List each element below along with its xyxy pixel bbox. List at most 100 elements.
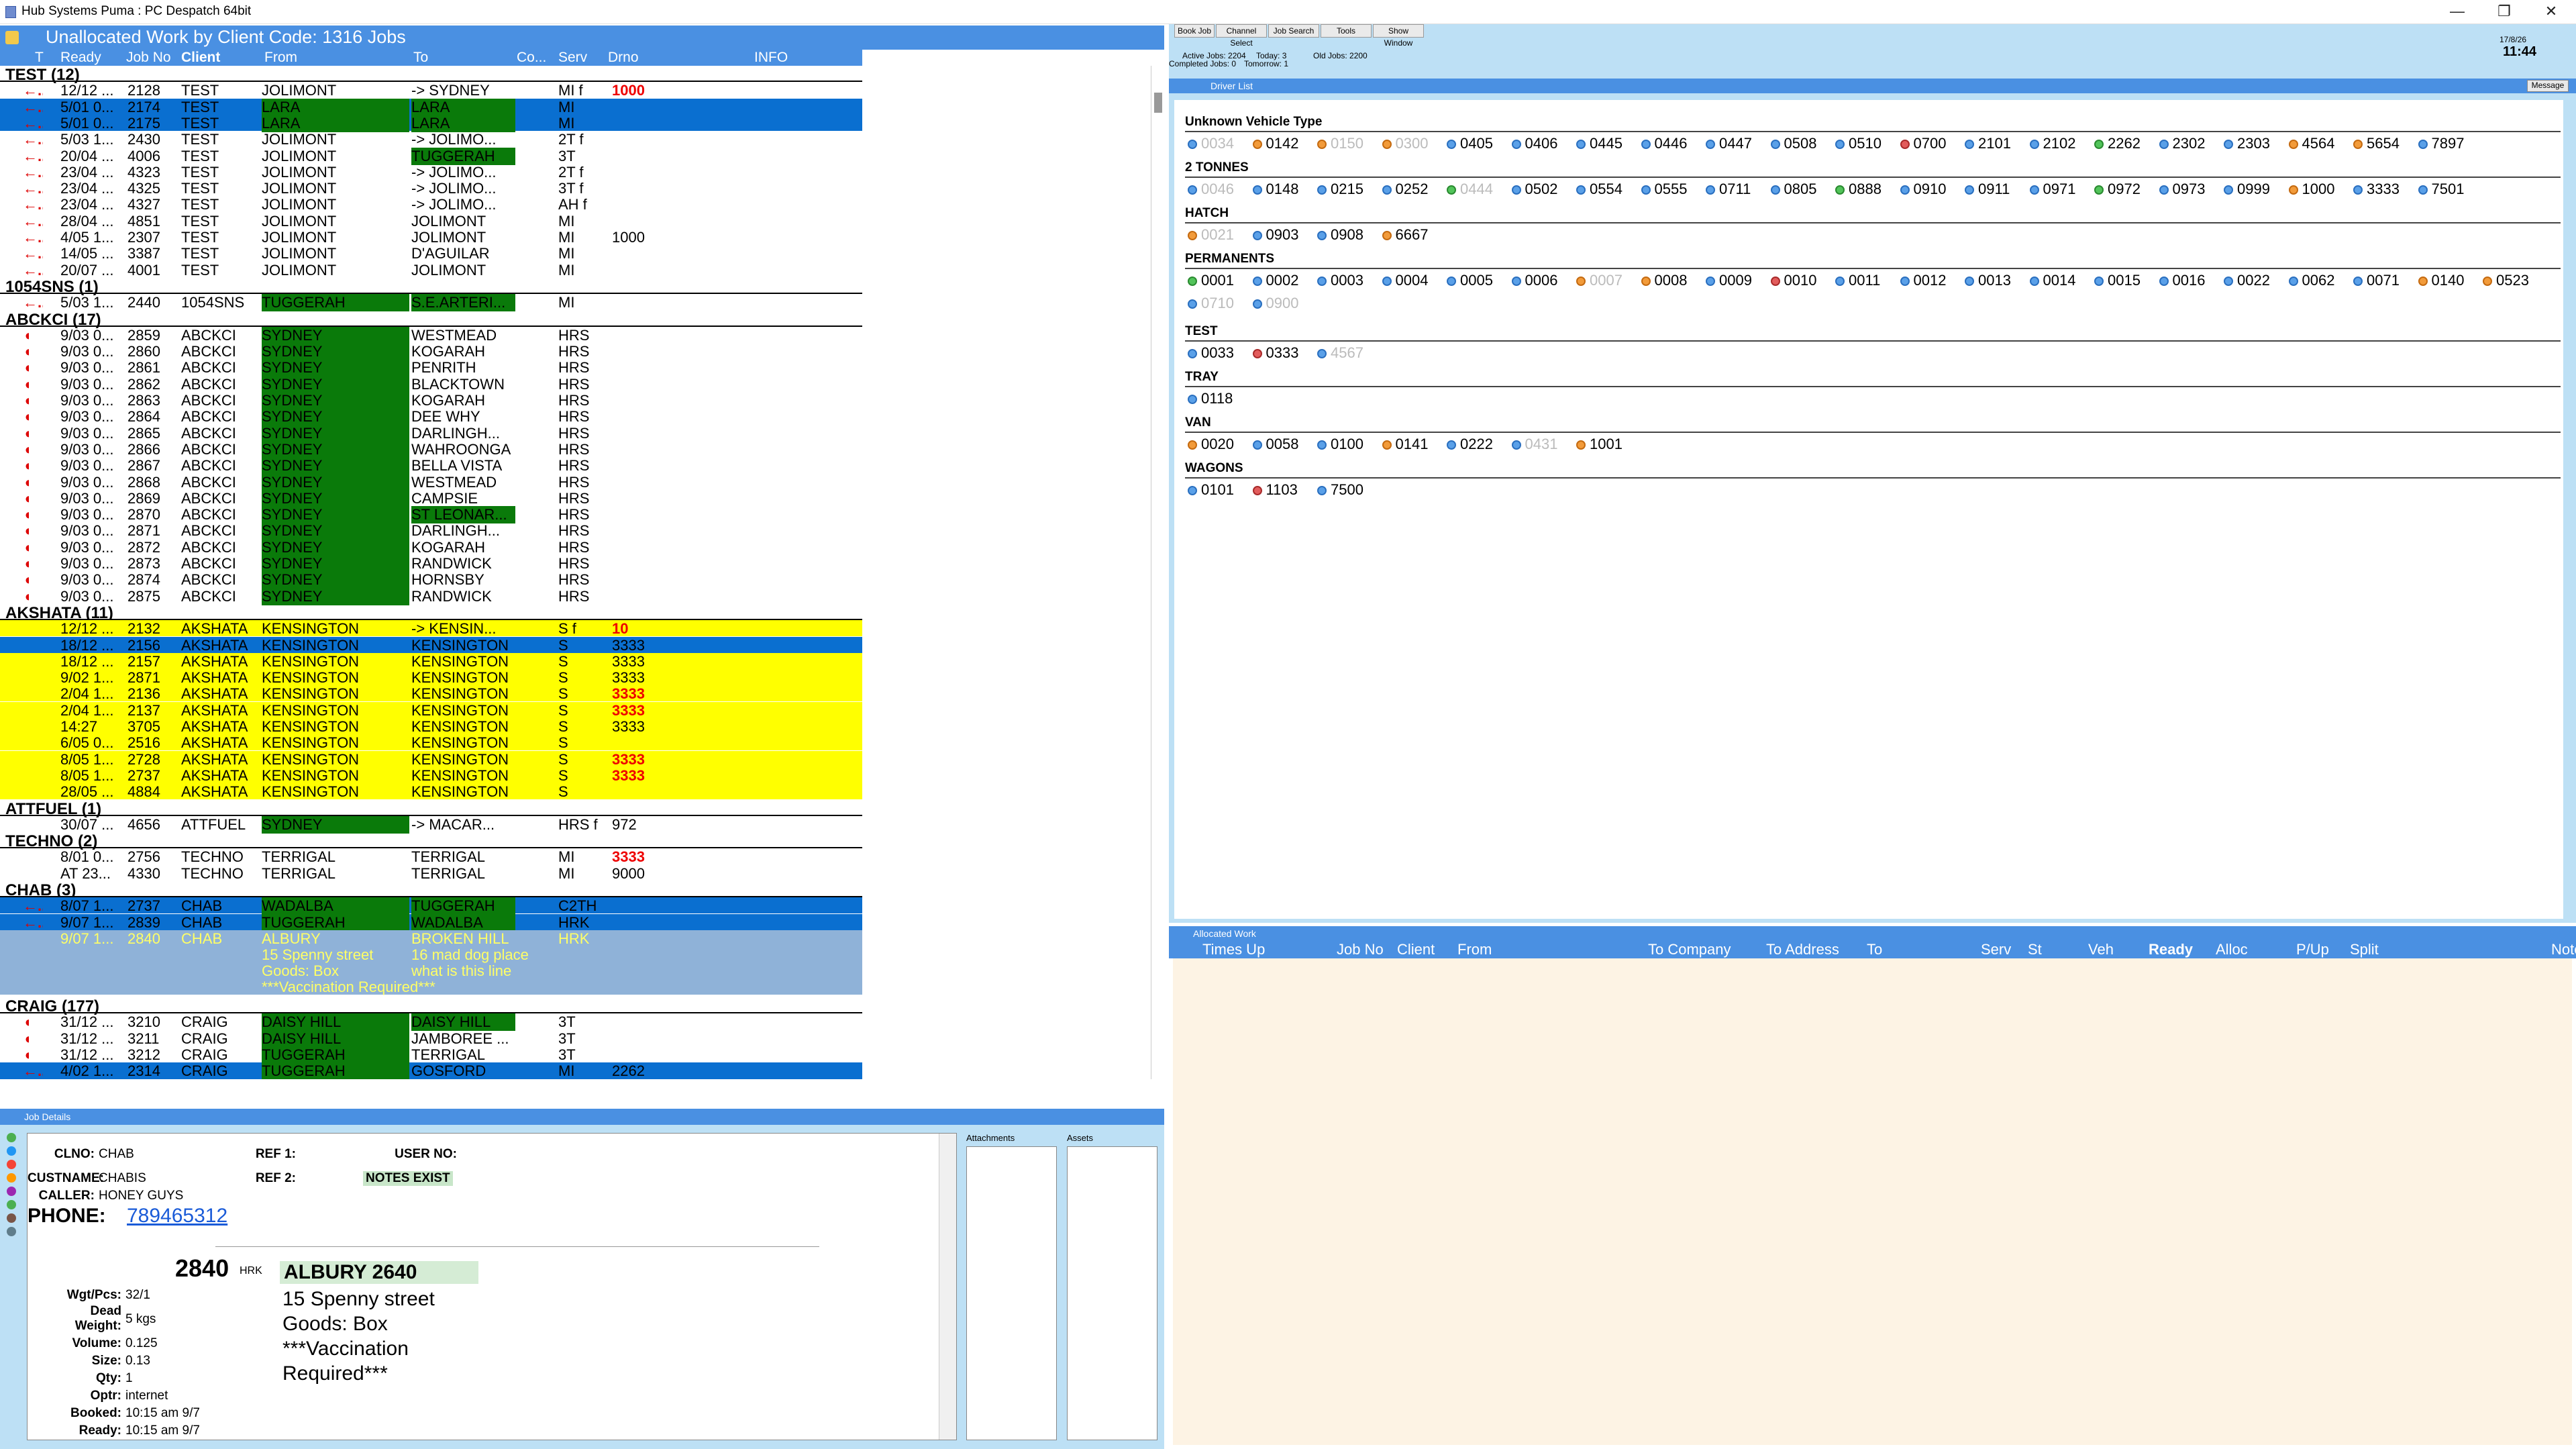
driver-item[interactable]: 0006 — [1511, 272, 1557, 289]
table-row[interactable]: 8/05 1... 2728 AKSHATA KENSINGTON KENSINGTON… — [0, 750, 862, 768]
driver-item[interactable]: 1000 — [2288, 181, 2334, 198]
table-row[interactable]: ◖ 9/03 0... 2874 ABCKCI SYDNEY HORNSBY HRS — [0, 571, 862, 589]
driver-item[interactable]: 0014 — [2029, 272, 2075, 289]
driver-item[interactable]: 3333 — [2353, 181, 2400, 198]
driver-item[interactable]: 0523 — [2483, 272, 2529, 289]
driver-item[interactable]: 6667 — [1382, 226, 1428, 244]
table-row[interactable]: ←... 8/07 1... 2737 CHAB WADALBATUGGERAH C2TH — [0, 897, 862, 915]
driver-item[interactable]: 0007 — [1576, 272, 1622, 289]
driver-item[interactable]: 0015 — [2094, 272, 2141, 289]
driver-item[interactable]: 0444 — [1447, 181, 1493, 198]
table-row[interactable]: ◖ 9/03 0... 2872 ABCKCI SYDNEY KOGARAH HRS — [0, 538, 862, 556]
driver-item[interactable]: 0222 — [1447, 436, 1493, 453]
driver-item[interactable]: 0508 — [1770, 135, 1816, 152]
allocated-col-to-address[interactable]: To Address — [1766, 941, 1839, 958]
driver-item[interactable]: 0999 — [2224, 181, 2270, 198]
table-row[interactable]: ←... 20/07 ... 4001 TEST JOLIMONT JOLIMONT MI — [0, 262, 862, 279]
driver-item[interactable]: 0071 — [2353, 272, 2400, 289]
col-serv[interactable]: Serv — [558, 50, 587, 66]
table-row[interactable]: ◖ 9/03 0... 2862 ABCKCI SYDNEY BLACKTOWN HRS — [0, 375, 862, 393]
col-to[interactable]: To — [413, 50, 428, 66]
table-row[interactable]: ←... 4/05 1... 2307 TEST JOLIMONT JOLIMONT MI 1… — [0, 229, 862, 246]
tool-icon-8[interactable] — [7, 1227, 16, 1236]
driver-item[interactable]: 0502 — [1511, 181, 1557, 198]
driver-item[interactable]: 0431 — [1511, 436, 1557, 453]
table-row[interactable]: ←... 20/04 ... 4006 TEST JOLIMONT TUGGERAH 3T — [0, 147, 862, 165]
driver-item[interactable]: 0140 — [2418, 272, 2464, 289]
allocated-col-p-up[interactable]: P/Up — [2296, 941, 2329, 958]
driver-item[interactable]: 0020 — [1188, 436, 1234, 453]
table-row[interactable]: AT 23... 4330 TECHNO TERRIGAL TERRIGAL MI 9000 — [0, 865, 862, 882]
driver-item[interactable]: 0058 — [1252, 436, 1298, 453]
table-row[interactable]: 2/04 1... 2137 AKSHATA KENSINGTON KENSINGTON… — [0, 701, 862, 719]
driver-item[interactable]: 0001 — [1188, 272, 1234, 289]
driver-item[interactable]: 0971 — [2029, 181, 2075, 198]
allocated-col-to-company[interactable]: To Company — [1648, 941, 1731, 958]
col-t[interactable]: T — [35, 50, 44, 66]
allocated-col-serv[interactable]: Serv — [1981, 941, 2011, 958]
tool-icon-5[interactable] — [7, 1187, 16, 1196]
table-row[interactable]: ←... 5/03 1... 2440 1054SNS TUGGERAHS.E.ARTE… — [0, 294, 862, 312]
tool-icon-4[interactable] — [7, 1173, 16, 1183]
table-row[interactable]: 18/12 ... 2156 AKSHATA KENSINGTON KENSINGTON… — [0, 636, 862, 654]
driver-item[interactable]: 0446 — [1641, 135, 1687, 152]
driver-item[interactable]: 0447 — [1706, 135, 1752, 152]
driver-item[interactable]: 0405 — [1447, 135, 1493, 152]
table-row[interactable]: ←... 14/05 ... 3387 TEST JOLIMONT D'AGUILAR MI — [0, 245, 862, 262]
table-row[interactable]: ◖ 9/03 0... 2869 ABCKCI SYDNEY CAMPSIE HRS — [0, 489, 862, 507]
driver-item[interactable]: 0554 — [1576, 181, 1622, 198]
driver-item[interactable]: 0101 — [1188, 481, 1234, 499]
table-row[interactable]: ←... 5/01 0... 2175 TEST LARALARA MI — [0, 114, 862, 132]
driver-item[interactable]: 0445 — [1576, 135, 1622, 152]
allocated-work-list[interactable] — [1173, 958, 2572, 1445]
table-row[interactable]: 8/01 0... 2756 TECHNO TERRIGAL TERRIGAL MI 333… — [0, 848, 862, 865]
table-row[interactable]: ←... 5/01 0... 2174 TEST LARALARA MI — [0, 98, 862, 116]
driver-item[interactable]: 0034 — [1188, 135, 1234, 152]
table-row[interactable]: ←... 23/04 ... 4327 TEST JOLIMONT -> JOLIMO..… — [0, 196, 862, 213]
table-row[interactable]: ←... 28/04 ... 4851 TEST JOLIMONT JOLIMONT MI — [0, 213, 862, 230]
table-row[interactable]: ◖ 9/03 0... 2859 ABCKCI SYDNEY WESTMEAD HRS — [0, 326, 862, 344]
driver-item[interactable]: 0300 — [1382, 135, 1428, 152]
tool-icon-2[interactable] — [7, 1146, 16, 1156]
table-row[interactable]: 30/07 ... 4656 ATTFUEL SYDNEY -> MACAR... HRS… — [0, 815, 862, 834]
driver-item[interactable]: 0911 — [1965, 181, 2010, 198]
col-from[interactable]: From — [264, 50, 297, 66]
table-row[interactable]: ◖ 9/03 0... 2875 ABCKCI SYDNEY RANDWICK HRS — [0, 587, 862, 605]
driver-item[interactable]: 2101 — [1965, 135, 2011, 152]
table-row[interactable]: ←... 4/02 1... 2314 CRAIG TUGGERAHGOSFORD MI 2… — [0, 1062, 862, 1079]
table-row[interactable]: ◖ 9/03 0... 2860 ABCKCI SYDNEY KOGARAH HRS — [0, 343, 862, 361]
driver-item[interactable]: 0888 — [1835, 181, 1882, 198]
driver-item[interactable]: 0555 — [1641, 181, 1687, 198]
allocated-col-st[interactable]: St — [2028, 941, 2042, 958]
driver-item[interactable]: 0148 — [1252, 181, 1298, 198]
book-job-button[interactable]: Book Job — [1174, 24, 1215, 38]
driver-item[interactable]: 0005 — [1447, 272, 1493, 289]
driver-item[interactable]: 0908 — [1317, 226, 1363, 244]
minimize-button[interactable]: — — [2437, 1, 2477, 21]
table-row[interactable]: ◖ 9/03 0... 2865 ABCKCI SYDNEY DARLINGH... HRS — [0, 424, 862, 442]
message-button[interactable]: Message — [2527, 80, 2569, 92]
driver-item[interactable]: 7897 — [2418, 135, 2464, 152]
col-info[interactable]: INFO — [754, 50, 788, 66]
group-header[interactable]: ABCKCI (17) — [0, 311, 862, 329]
driver-item[interactable]: 7500 — [1317, 481, 1363, 499]
allocated-col-split[interactable]: Split — [2350, 941, 2379, 958]
group-header[interactable]: CHAB (3) — [0, 881, 862, 899]
table-row[interactable]: ◖ 31/12 ... 3212 CRAIG TUGGERAH TERRIGAL 3T — [0, 1046, 862, 1064]
driver-item[interactable]: 0100 — [1317, 436, 1363, 453]
driver-item[interactable]: 0002 — [1252, 272, 1298, 289]
allocated-col-times-up[interactable]: Times Up — [1202, 941, 1265, 958]
driver-item[interactable]: 0062 — [2288, 272, 2334, 289]
tool-icon-7[interactable] — [7, 1213, 16, 1223]
job-search-button[interactable]: Job Search — [1268, 24, 1319, 38]
tool-icon-6[interactable] — [7, 1200, 16, 1209]
table-row[interactable]: 28/05 ... 4884 AKSHATA KENSINGTON KENSINGTON… — [0, 783, 862, 800]
table-row[interactable]: ◖ 9/03 0... 2861 ABCKCI SYDNEY PENRITH HRS — [0, 359, 862, 377]
attachments-list[interactable] — [966, 1146, 1057, 1440]
driver-item[interactable]: 0900 — [1252, 295, 1298, 312]
allocated-col-alloc[interactable]: Alloc — [2216, 941, 2248, 958]
col-job[interactable]: Job No — [126, 50, 171, 66]
group-header[interactable]: TEST (12) — [0, 66, 862, 84]
table-row[interactable]: ◖ 9/03 0... 2866 ABCKCI SYDNEY WAHROONGA HRS — [0, 440, 862, 458]
col-co[interactable]: Co... — [517, 50, 546, 66]
